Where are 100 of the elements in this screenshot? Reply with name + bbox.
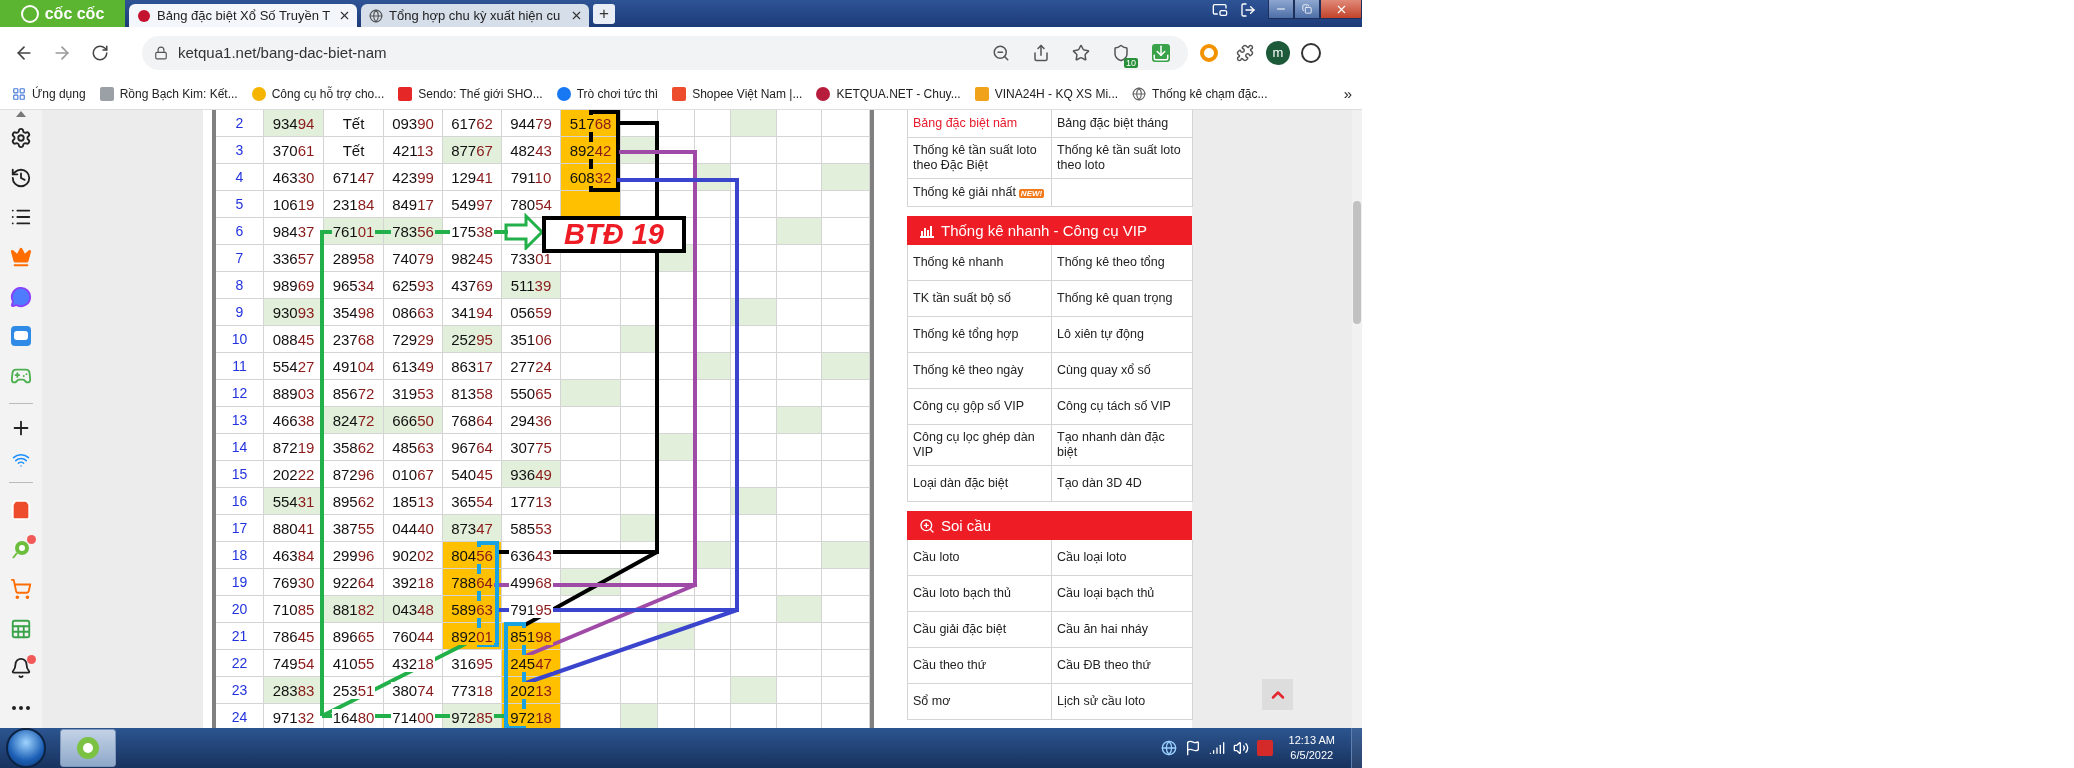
sidebar-link[interactable]: Thống kê nhanh xyxy=(908,245,1052,281)
table-cell xyxy=(822,407,870,434)
table-cell: 81358 xyxy=(443,380,502,407)
close-button[interactable] xyxy=(1320,0,1362,19)
table-cell: 89665 xyxy=(324,623,384,650)
sidebar-link[interactable]: Cùng quay xổ số xyxy=(1052,353,1193,389)
crown-icon xyxy=(10,246,32,268)
sidebar-link[interactable]: Cầu giải đặc biệt xyxy=(908,612,1052,648)
bookmark-link[interactable]: Shopee Việt Nam |... xyxy=(668,84,807,103)
new-tab-button[interactable]: + xyxy=(593,4,615,24)
table-cell xyxy=(695,191,731,218)
address-field[interactable]: ketqua1.net/bang-dac-biet-nam 10 xyxy=(142,35,1188,70)
table-cell: 54997 xyxy=(443,191,502,218)
table-cell xyxy=(777,677,822,704)
table-cell xyxy=(777,488,822,515)
table-cell: 87347 xyxy=(443,515,502,542)
bookmark-link[interactable]: Trò chơi tức thì xyxy=(552,84,663,103)
table-cell: 48243 xyxy=(502,137,561,164)
lollipop-icon xyxy=(11,539,31,560)
table-cell: 25295 xyxy=(443,326,502,353)
site-icon xyxy=(816,86,831,101)
sidebar-link[interactable]: Công cụ lọc ghép dàn VIP xyxy=(908,425,1052,466)
sidebar-link[interactable]: Tạo dàn 3D 4D xyxy=(1052,466,1193,502)
sidebar-link[interactable]: Bảng đặc biệt tháng xyxy=(1052,110,1193,138)
table-cell xyxy=(822,569,870,596)
sidebar-link[interactable]: Thống kê tần suất loto theo Đặc Biệt xyxy=(908,138,1052,179)
sidebar-link[interactable]: Thống kê theo ngày xyxy=(908,353,1052,389)
scrollbar[interactable] xyxy=(1352,110,1362,728)
sidebar-link[interactable]: Bảng đặc biệt năm xyxy=(908,110,1052,138)
sidebar-link[interactable]: Tạo nhanh dàn đặc biệt xyxy=(1052,425,1193,466)
row-number: 18 xyxy=(216,542,264,569)
lock-icon xyxy=(154,45,168,60)
sidebar-link[interactable]: Cầu loại bạch thủ xyxy=(1052,576,1193,612)
sidebar-link[interactable]: Cầu ăn hai nháy xyxy=(1052,612,1193,648)
close-icon[interactable] xyxy=(570,9,583,22)
maximize-button[interactable] xyxy=(1294,0,1320,19)
sidebar-link[interactable]: Cầu loto xyxy=(908,540,1052,576)
sidebar-link[interactable]: Công cụ gộp số VIP xyxy=(908,389,1052,425)
history-icon xyxy=(10,166,32,189)
more-icon xyxy=(12,706,30,711)
sidebar-link[interactable]: Công cụ tách số VIP xyxy=(1052,389,1193,425)
site-icon xyxy=(251,86,266,101)
table-cell: 67147 xyxy=(324,164,384,191)
sidebar-link[interactable]: Thống kê theo tổng xyxy=(1052,245,1193,281)
sidebar-link[interactable]: Lô xiên tự động xyxy=(1052,317,1193,353)
bookmark-link[interactable]: Thống kê chạm đặc... xyxy=(1128,84,1272,103)
globe-icon[interactable] xyxy=(1160,740,1177,756)
table-cell: 63643 xyxy=(502,542,561,569)
flag-icon[interactable] xyxy=(1184,740,1201,756)
table-cell: 55065 xyxy=(502,380,561,407)
browser-tab[interactable]: Tổng hợp chu kỳ xuất hiện cu xyxy=(361,4,589,27)
sidebar-link[interactable]: Cầu ĐB theo thứ xyxy=(1052,648,1193,684)
bookmark-link[interactable]: Công cụ hỗ trợ cho... xyxy=(247,84,389,103)
bookmark-link[interactable]: Ứng dụng xyxy=(8,84,90,103)
table-cell xyxy=(822,218,870,245)
close-icon[interactable] xyxy=(338,9,351,22)
start-button[interactable] xyxy=(6,728,46,768)
sidebar-link[interactable]: Lịch sử cầu loto xyxy=(1052,684,1193,720)
sidebar-link[interactable]: Cầu theo thứ xyxy=(908,648,1052,684)
sidebar-link[interactable]: TK tần suất bộ số xyxy=(908,281,1052,317)
more-bookmarks-button[interactable]: » xyxy=(1337,85,1358,102)
taskbar-app-button[interactable] xyxy=(60,729,116,767)
table-cell xyxy=(777,245,822,272)
table-cell: 23184 xyxy=(324,191,384,218)
row-number: 5 xyxy=(216,191,264,218)
exit-icon[interactable] xyxy=(1240,1,1256,18)
profile-avatar[interactable]: m xyxy=(1266,40,1290,65)
sidebar-link[interactable]: Thống kê quan trọng xyxy=(1052,281,1193,317)
table-cell xyxy=(731,569,777,596)
table-cell: 79195 xyxy=(502,596,561,623)
sidebar-link[interactable]: Thống kê giải nhất NEW! xyxy=(908,179,1052,207)
show-desktop-button[interactable] xyxy=(1351,728,1362,768)
bookmark-link[interactable]: Rồng Bạch Kim: Kết... xyxy=(95,84,242,103)
table-cell xyxy=(695,407,731,434)
table-cell: 98437 xyxy=(264,218,324,245)
bookmark-link[interactable]: KETQUA.NET - Chuy... xyxy=(812,84,965,103)
shield-button[interactable]: 10 xyxy=(1106,37,1136,68)
back-to-top-button[interactable] xyxy=(1262,679,1293,710)
clock[interactable]: 12:13 AM 6/5/2022 xyxy=(1280,733,1343,763)
table-cell: 27724 xyxy=(502,353,561,380)
sidebar-link[interactable]: Loại dàn đặc biệt xyxy=(908,466,1052,502)
network-icon[interactable] xyxy=(1208,740,1225,756)
sidebar-link[interactable]: Cầu loto bạch thủ xyxy=(908,576,1052,612)
browser-tab[interactable]: Bảng đặc biệt Xổ Số Truyền T xyxy=(129,4,357,27)
site-icon xyxy=(556,86,571,101)
volume-icon[interactable] xyxy=(1232,740,1249,756)
table-cell xyxy=(561,596,621,623)
sidebar-link[interactable]: Sổ mơ xyxy=(908,684,1052,720)
bookmark-link[interactable]: VINA24H - KQ XS Mi... xyxy=(970,84,1123,103)
table-cell xyxy=(731,137,777,164)
sidebar-link[interactable]: Cầu loại loto xyxy=(1052,540,1193,576)
table-cell: 23768 xyxy=(324,326,384,353)
table-cell xyxy=(731,380,777,407)
table-cell: 35106 xyxy=(502,326,561,353)
sidebar-link[interactable]: Thống kê tổng hợp xyxy=(908,317,1052,353)
bookmark-link[interactable]: Sendo: Thế giới SHO... xyxy=(394,84,547,103)
picture-in-picture-icon[interactable] xyxy=(1212,1,1228,18)
minimize-button[interactable] xyxy=(1268,0,1294,19)
zoom-out-icon xyxy=(992,43,1010,62)
table-cell: 31953 xyxy=(384,380,443,407)
